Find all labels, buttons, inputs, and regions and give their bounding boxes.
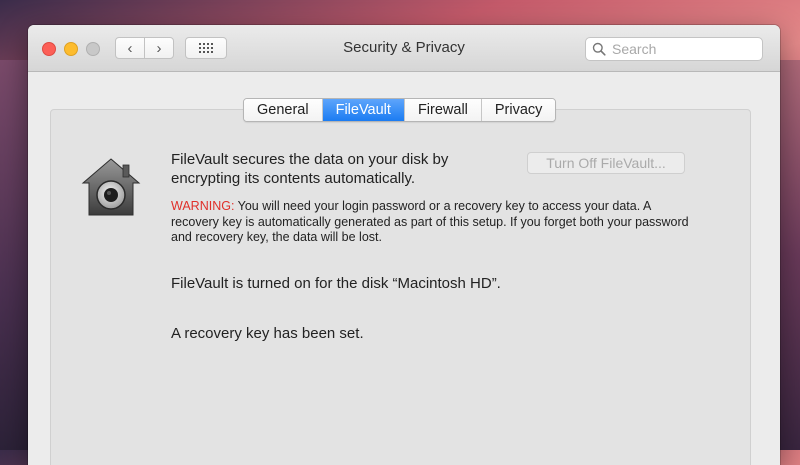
- tab-general[interactable]: General: [244, 99, 323, 121]
- tab-bar: General FileVault Firewall Privacy: [243, 98, 557, 122]
- tab-firewall[interactable]: Firewall: [404, 99, 482, 121]
- filevault-house-lock-icon: [81, 158, 141, 216]
- search-icon: [592, 42, 606, 56]
- disk-status-text: FileVault is turned on for the disk “Mac…: [171, 275, 501, 292]
- preferences-window: ‹ › Security & Privacy General FileVault…: [28, 25, 780, 465]
- tab-privacy[interactable]: Privacy: [481, 99, 556, 121]
- search-field[interactable]: [585, 37, 763, 61]
- search-input[interactable]: [612, 41, 752, 57]
- turn-off-filevault-button: Turn Off FileVault...: [527, 152, 685, 174]
- recovery-key-status-text: A recovery key has been set.: [171, 325, 364, 342]
- title-bar: ‹ › Security & Privacy: [28, 25, 780, 72]
- tab-filevault[interactable]: FileVault: [322, 99, 405, 121]
- filevault-description: FileVault secures the data on your disk …: [171, 151, 449, 187]
- warning-message: WARNING: You will need your login passwo…: [171, 199, 691, 246]
- warning-text: You will need your login password or a r…: [171, 199, 689, 244]
- warning-label: WARNING:: [171, 199, 235, 213]
